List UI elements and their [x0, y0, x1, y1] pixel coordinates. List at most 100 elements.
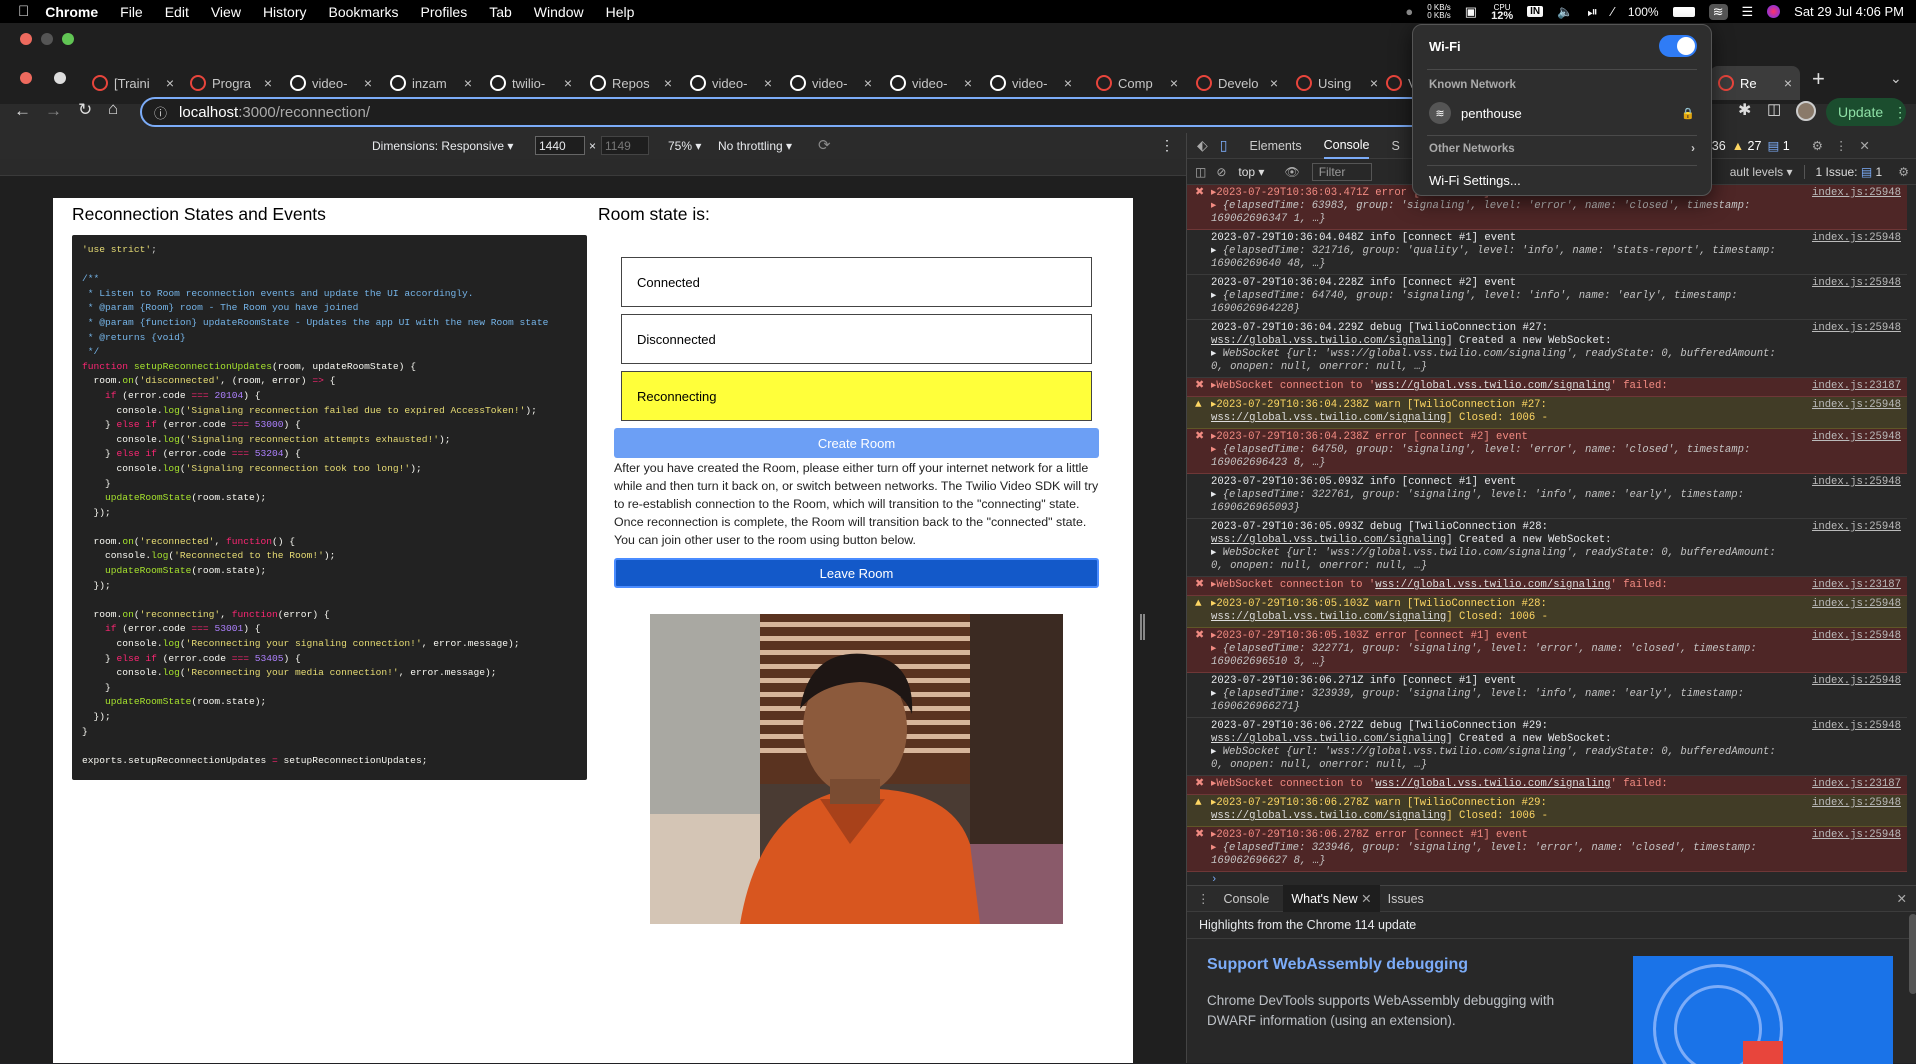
devtools-menu-icon[interactable]: ⋮: [1835, 138, 1848, 153]
extensions-icon[interactable]: ✱: [1738, 100, 1751, 120]
tab-close-icon[interactable]: ×: [364, 75, 372, 91]
dimensions-select[interactable]: Dimensions: Responsive ▾: [372, 139, 513, 153]
menu-edit[interactable]: Edit: [165, 4, 189, 20]
new-tab-button[interactable]: +: [1812, 66, 1825, 92]
inspect-icon[interactable]: ⬖: [1197, 137, 1208, 154]
log-entry[interactable]: 2023-07-29T10:36:05.093Z info [connect #…: [1187, 474, 1907, 519]
drawer-scrollbar[interactable]: [1909, 914, 1916, 994]
avatar[interactable]: [1796, 101, 1816, 121]
tab-close-icon[interactable]: ×: [564, 75, 572, 91]
browser-tab[interactable]: Using ×: [1288, 66, 1386, 100]
drawer-tab-console[interactable]: Console: [1224, 892, 1270, 906]
menu-bookmarks[interactable]: Bookmarks: [329, 4, 399, 20]
browser-tab[interactable]: inzam ×: [382, 66, 480, 100]
site-info-icon[interactable]: ⓘ: [154, 103, 167, 122]
input-source[interactable]: IN: [1527, 6, 1544, 17]
menu-help[interactable]: Help: [606, 4, 635, 20]
create-room-button[interactable]: Create Room: [614, 428, 1099, 458]
control-center-icon[interactable]: ☰: [1742, 4, 1754, 20]
volume-icon[interactable]: 🔈: [1557, 4, 1573, 20]
close-devtools-icon[interactable]: ✕: [1859, 138, 1869, 153]
forward-icon[interactable]: →: [45, 101, 62, 121]
menu-view[interactable]: View: [211, 4, 241, 20]
console-prompt[interactable]: ›: [1187, 872, 1907, 885]
console-settings-icon[interactable]: ⚙: [1898, 165, 1909, 179]
sidepanel-icon[interactable]: ◫: [1767, 100, 1781, 118]
tab-close-icon[interactable]: ×: [1370, 75, 1378, 91]
log-entry[interactable]: ▲ ▸2023-07-29T10:36:05.103Z warn [TwilioC…: [1187, 596, 1907, 628]
back-icon[interactable]: ←: [14, 101, 31, 121]
drawer-menu-icon[interactable]: ⋮: [1197, 891, 1210, 906]
height-input[interactable]: 1149: [601, 136, 649, 155]
wifi-settings-link[interactable]: Wi-Fi Settings...: [1429, 173, 1521, 188]
wifi-icon[interactable]: ≋: [1708, 3, 1728, 20]
drawer-tab-issues[interactable]: Issues: [1388, 892, 1424, 906]
resize-handle[interactable]: [1140, 614, 1145, 640]
tab-console[interactable]: Console: [1323, 133, 1370, 159]
tab-close-icon[interactable]: ×: [864, 75, 872, 91]
menu-app-name[interactable]: Chrome: [45, 4, 98, 20]
log-entry[interactable]: 2023-07-29T10:36:04.229Z debug [TwilioCo…: [1187, 320, 1907, 378]
browser-tab[interactable]: video- ×: [982, 66, 1080, 100]
tab-close-icon[interactable]: ×: [264, 75, 272, 91]
zoom-select[interactable]: 75% ▾: [668, 139, 701, 153]
bluetooth-off-icon[interactable]: ∕: [1612, 4, 1614, 19]
browser-tab[interactable]: video- ×: [882, 66, 980, 100]
log-entry[interactable]: 2023-07-29T10:36:06.271Z info [connect #…: [1187, 673, 1907, 718]
tab-close-icon[interactable]: ×: [166, 75, 174, 91]
close-window-button[interactable]: [20, 33, 32, 45]
browser-tab[interactable]: video- ×: [282, 66, 380, 100]
tab-close-icon[interactable]: ×: [1270, 75, 1278, 91]
log-entry[interactable]: 2023-07-29T10:36:06.272Z debug [TwilioCo…: [1187, 718, 1907, 776]
issues-button[interactable]: 1 Issue: ▤ 1: [1804, 164, 1882, 179]
browser-tab[interactable]: Comp ×: [1088, 66, 1186, 100]
log-entry[interactable]: 2023-07-29T10:36:04.228Z info [connect #…: [1187, 275, 1907, 320]
other-networks-header[interactable]: Other Networks ›: [1429, 143, 1695, 155]
tab-sources[interactable]: S: [1391, 139, 1399, 153]
live-expression-icon[interactable]: 👁: [1284, 165, 1299, 179]
clear-console-icon[interactable]: ⊘: [1216, 165, 1226, 179]
browser-tab[interactable]: Progra ×: [182, 66, 280, 100]
tab-close-icon[interactable]: ×: [764, 75, 772, 91]
log-levels-select[interactable]: ault levels ▾: [1730, 165, 1793, 179]
console-filter-input[interactable]: Filter: [1311, 162, 1372, 181]
update-button[interactable]: Update ⋮: [1826, 98, 1907, 126]
menu-tab[interactable]: Tab: [489, 4, 512, 20]
tab-elements[interactable]: Elements: [1250, 139, 1302, 153]
log-entry[interactable]: ✖ ▸WebSocket connection to 'wss://global.…: [1187, 776, 1907, 795]
menu-history[interactable]: History: [263, 4, 307, 20]
menu-window[interactable]: Window: [534, 4, 584, 20]
log-entry[interactable]: ✖ ▸2023-07-29T10:36:06.278Z error [connec…: [1187, 827, 1907, 872]
whatsnew-title[interactable]: Support WebAssembly debugging: [1207, 956, 1468, 974]
device-menu-icon[interactable]: ⋮: [1160, 137, 1174, 154]
siri-icon[interactable]: [1767, 5, 1781, 18]
minimize-window-button[interactable]: [41, 33, 53, 45]
browser-tab[interactable]: twilio- ×: [482, 66, 580, 100]
log-entry[interactable]: ▲ ▸2023-07-29T10:36:04.238Z warn [TwilioC…: [1187, 397, 1907, 429]
log-entry[interactable]: ✖ ▸WebSocket connection to 'wss://global.…: [1187, 378, 1907, 397]
menu-profiles[interactable]: Profiles: [421, 4, 468, 20]
browser-tab[interactable]: Re ×: [1710, 66, 1800, 100]
play-icon[interactable]: ⏯: [1587, 4, 1597, 20]
device-toggle-icon[interactable]: ▯: [1220, 137, 1228, 154]
display-icon[interactable]: ▣: [1465, 4, 1477, 20]
browser-tab[interactable]: [Traini ×: [84, 66, 182, 100]
clock[interactable]: Sat 29 Jul 4:06 PM: [1794, 4, 1904, 19]
close-drawer-icon[interactable]: ✕: [1897, 891, 1907, 906]
settings-gear-icon[interactable]: ⚙: [1812, 138, 1823, 153]
browser-tab[interactable]: video- ×: [782, 66, 880, 100]
leave-room-button[interactable]: Leave Room: [614, 558, 1099, 588]
rotate-icon[interactable]: ⟳: [818, 136, 831, 154]
log-entry[interactable]: 2023-07-29T10:36:05.093Z debug [TwilioCo…: [1187, 519, 1907, 577]
throttle-select[interactable]: No throttling ▾: [718, 139, 792, 153]
log-entry[interactable]: ✖ ▸WebSocket connection to 'wss://global.…: [1187, 577, 1907, 596]
tab-close-icon[interactable]: ×: [1784, 75, 1792, 91]
log-entry[interactable]: ▲ ▸2023-07-29T10:36:06.278Z warn [TwilioC…: [1187, 795, 1907, 827]
zoom-window-button[interactable]: [62, 33, 74, 45]
log-entry[interactable]: ✖ ▸2023-07-29T10:36:05.103Z error [connec…: [1187, 628, 1907, 673]
browser-tab[interactable]: Develo ×: [1188, 66, 1286, 100]
battery-icon[interactable]: [1672, 6, 1695, 17]
browser-tab[interactable]: video- ×: [682, 66, 780, 100]
drawer-tab-whatsnew[interactable]: What's New ✕: [1283, 885, 1380, 912]
log-entry[interactable]: 2023-07-29T10:36:04.048Z info [connect #…: [1187, 230, 1907, 275]
